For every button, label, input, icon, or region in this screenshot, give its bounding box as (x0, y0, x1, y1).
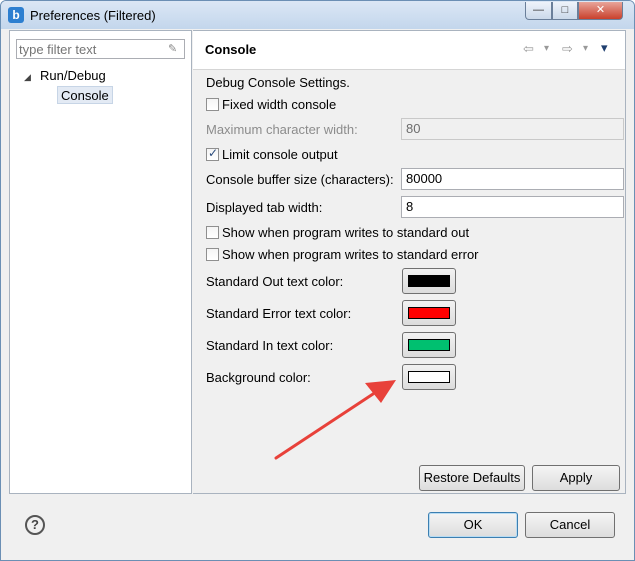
ok-button[interactable]: OK (428, 512, 518, 538)
stdin-color-button[interactable] (402, 332, 456, 358)
page-title: Console (205, 42, 257, 57)
buffer-size-label: Console buffer size (characters): (206, 172, 394, 187)
stdout-color-swatch (408, 275, 450, 287)
stdout-color-label: Standard Out text color: (206, 274, 344, 289)
tree-item-run-debug[interactable]: Run/Debug (40, 67, 106, 85)
apply-button[interactable]: Apply (532, 465, 620, 491)
stderr-color-button[interactable] (402, 300, 456, 326)
restore-defaults-button[interactable]: Restore Defaults (419, 465, 525, 491)
background-color-button[interactable] (402, 364, 456, 390)
preference-tree-pane: ✎ ◢ Run/Debug Console (9, 30, 192, 494)
filter-box[interactable]: ✎ (16, 39, 185, 59)
preferences-window: b Preferences (Filtered) — □ ✕ ✎ ◢ Run/D… (0, 0, 635, 561)
filter-input[interactable] (19, 41, 164, 57)
preference-page: Console ⇦ ▾ ⇨ ▾ ▾ Debug Console Settings… (193, 30, 626, 494)
limit-output-label[interactable]: Limit console output (222, 147, 338, 162)
dialog-body: ✎ ◢ Run/Debug Console Console ⇦ ▾ ⇨ ▾ ▾ … (9, 30, 626, 552)
forward-arrow-icon[interactable]: ⇨ (562, 41, 573, 57)
maximize-button[interactable]: □ (552, 2, 578, 20)
fixed-width-label[interactable]: Fixed width console (222, 97, 336, 112)
background-color-label: Background color: (206, 370, 311, 385)
max-char-width-field[interactable]: 80 (401, 118, 624, 140)
page-header: Console ⇦ ▾ ⇨ ▾ ▾ (193, 31, 625, 70)
tree-item-console[interactable]: Console (57, 86, 113, 104)
window-title: Preferences (Filtered) (30, 8, 156, 23)
show-stderr-checkbox[interactable] (206, 248, 219, 261)
back-arrow-icon[interactable]: ⇦ (523, 41, 534, 57)
forward-menu-icon[interactable]: ▾ (583, 43, 588, 54)
stderr-color-swatch (408, 307, 450, 319)
collapse-arrow-icon[interactable]: ◢ (24, 72, 34, 84)
app-icon: b (8, 7, 24, 23)
title-bar[interactable]: b Preferences (Filtered) — □ ✕ (1, 1, 634, 29)
show-stdout-checkbox[interactable] (206, 226, 219, 239)
stdin-color-swatch (408, 339, 450, 351)
clear-filter-icon[interactable]: ✎ (168, 42, 180, 56)
show-stdout-label[interactable]: Show when program writes to standard out (222, 225, 469, 240)
tab-width-label: Displayed tab width: (206, 200, 323, 215)
cancel-button[interactable]: Cancel (525, 512, 615, 538)
tab-width-field[interactable]: 8 (401, 196, 624, 218)
stderr-color-label: Standard Error text color: (206, 306, 352, 321)
view-menu-icon[interactable]: ▾ (601, 40, 608, 56)
close-button[interactable]: ✕ (578, 2, 623, 20)
stdin-color-label: Standard In text color: (206, 338, 334, 353)
stdout-color-button[interactable] (402, 268, 456, 294)
max-char-width-label: Maximum character width: (206, 122, 358, 137)
show-stderr-label[interactable]: Show when program writes to standard err… (222, 247, 479, 262)
limit-output-checkbox[interactable] (206, 146, 219, 161)
buffer-size-field[interactable]: 80000 (401, 168, 624, 190)
section-label: Debug Console Settings. (206, 75, 350, 90)
help-icon[interactable]: ? (25, 515, 45, 535)
fixed-width-checkbox[interactable] (206, 98, 219, 111)
background-color-swatch (408, 371, 450, 383)
minimize-button[interactable]: — (525, 2, 552, 20)
back-menu-icon[interactable]: ▾ (544, 43, 549, 54)
